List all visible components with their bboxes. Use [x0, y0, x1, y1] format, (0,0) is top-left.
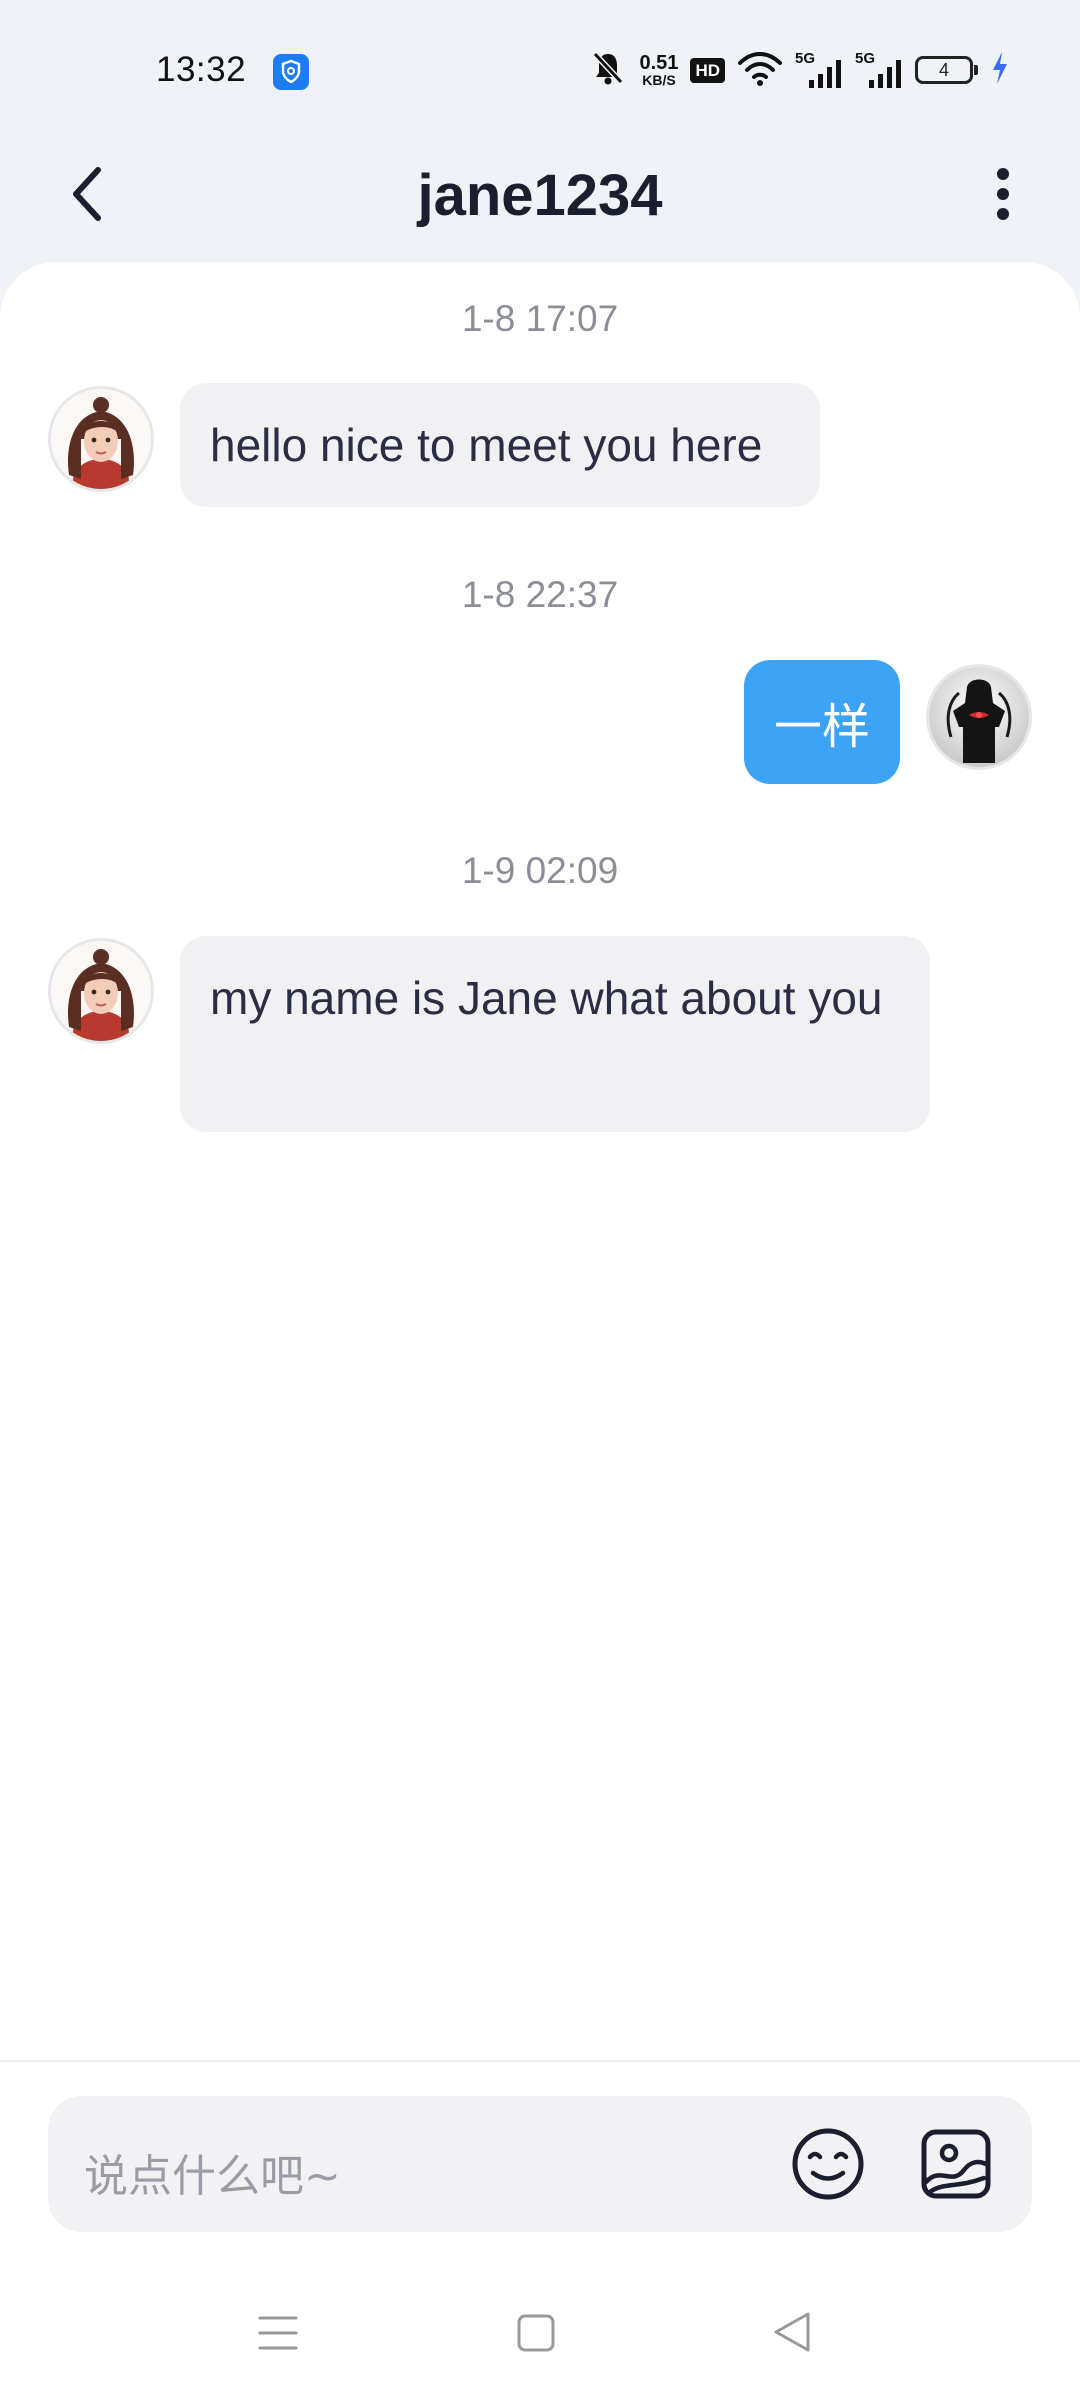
status-bar: 13:32 0.51 KB/S HD 5G 5G 4: [0, 0, 1080, 140]
battery-level: 4: [915, 56, 973, 84]
message-timestamp: 1-9 02:09: [461, 850, 619, 891]
signal-icon: 5G: [795, 50, 843, 90]
image-button[interactable]: [918, 2126, 994, 2202]
nav-home-button[interactable]: [516, 2312, 556, 2359]
battery-tip: [974, 65, 978, 75]
message-input[interactable]: 说点什么吧~: [48, 2096, 1032, 2232]
avatar[interactable]: [48, 938, 154, 1044]
nav-back-button[interactable]: [772, 2310, 812, 2359]
page-title: jane1234: [417, 163, 663, 228]
net-speed-value: 0.51: [639, 52, 679, 74]
mute-bell-icon: [588, 48, 628, 93]
avatar[interactable]: [926, 664, 1032, 770]
emoji-icon: [790, 2128, 866, 2206]
message-text: 一样: [773, 699, 870, 755]
image-icon: [918, 2129, 994, 2206]
hd-badge: HD: [690, 57, 725, 83]
avatar[interactable]: [48, 386, 154, 492]
more-button[interactable]: [978, 166, 1028, 226]
signal-icon: 5G: [855, 50, 903, 90]
battery-icon: 4: [915, 56, 978, 84]
message-text: my name is Jane what about you: [210, 972, 883, 1024]
status-icons: 0.51 KB/S HD 5G 5G 4: [588, 48, 1011, 92]
shield-icon: [273, 54, 309, 90]
nav-menu-button[interactable]: [258, 2312, 298, 2359]
net-speed: 0.51 KB/S: [640, 53, 679, 87]
emoji-button[interactable]: [790, 2126, 866, 2202]
message-text: hello nice to meet you here: [210, 419, 763, 471]
charging-icon: [990, 50, 1010, 91]
message-timestamp: 1-8 17:07: [461, 298, 619, 339]
wifi-icon: [737, 48, 783, 93]
message-list[interactable]: 1-8 17:07 hello nice to meet you here 1-…: [0, 262, 1080, 2038]
message-timestamp: 1-8 22:37: [461, 574, 619, 615]
divider: [0, 2060, 1080, 2062]
net-speed-unit: KB/S: [642, 72, 676, 88]
more-vertical-icon: [993, 166, 1013, 227]
system-navigation-bar: [0, 2290, 1080, 2380]
input-placeholder: 说点什么吧~: [84, 2151, 341, 2202]
message-bubble-outgoing[interactable]: 一样: [744, 660, 900, 784]
message-bubble-incoming[interactable]: hello nice to meet you here: [180, 383, 820, 507]
status-time: 13:32: [156, 50, 247, 89]
message-bubble-incoming[interactable]: my name is Jane what about you: [180, 936, 930, 1132]
chat-header: jane1234: [0, 140, 1080, 260]
